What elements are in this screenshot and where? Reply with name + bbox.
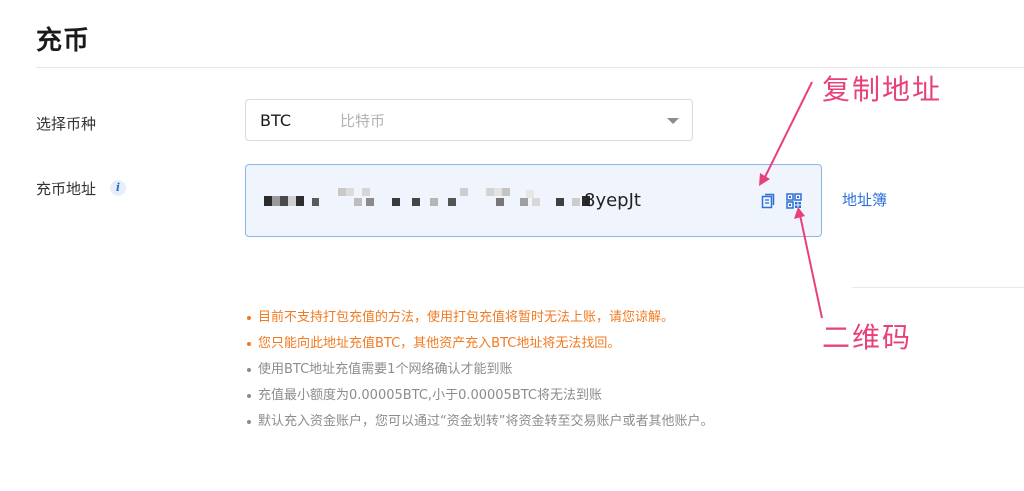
- coin-code: BTC: [260, 110, 291, 130]
- address-visible-suffix: 8yepJt: [584, 190, 641, 211]
- coin-select[interactable]: BTC 比特币: [245, 99, 693, 141]
- address-masked-portion: [264, 186, 594, 218]
- coin-name: 比特币: [340, 111, 386, 130]
- note-item: 使用BTC地址充值需要1个网络确认才能到账: [244, 362, 713, 388]
- address-book-link[interactable]: 地址簿: [842, 189, 887, 210]
- qrcode-icon[interactable]: [786, 193, 802, 209]
- chevron-down-icon: [667, 118, 679, 124]
- deposit-address-field[interactable]: 8yepJt: [245, 164, 822, 237]
- coin-label: 选择币种: [36, 115, 97, 133]
- address-label: 充币地址: [36, 180, 97, 198]
- section-divider: [852, 287, 1024, 288]
- info-icon[interactable]: i: [110, 180, 126, 196]
- annotation-qr-code: 二维码: [822, 321, 913, 354]
- note-item: 您只能向此地址充值BTC，其他资产充入BTC地址将无法找回。: [244, 336, 713, 362]
- annotation-copy-address: 复制地址: [822, 73, 943, 106]
- deposit-notes: 目前不支持打包充值的方法，使用打包充值将暂时无法上账，请您谅解。 您只能向此地址…: [244, 310, 713, 440]
- copy-icon[interactable]: [759, 193, 775, 209]
- page-title: 充币: [36, 26, 91, 56]
- note-item: 充值最小额度为0.00005BTC,小于0.00005BTC将无法到账: [244, 388, 713, 414]
- note-item: 目前不支持打包充值的方法，使用打包充值将暂时无法上账，请您谅解。: [244, 310, 713, 336]
- note-item: 默认充入资金账户，您可以通过“资金划转”将资金转至交易账户或者其他账户。: [244, 414, 713, 440]
